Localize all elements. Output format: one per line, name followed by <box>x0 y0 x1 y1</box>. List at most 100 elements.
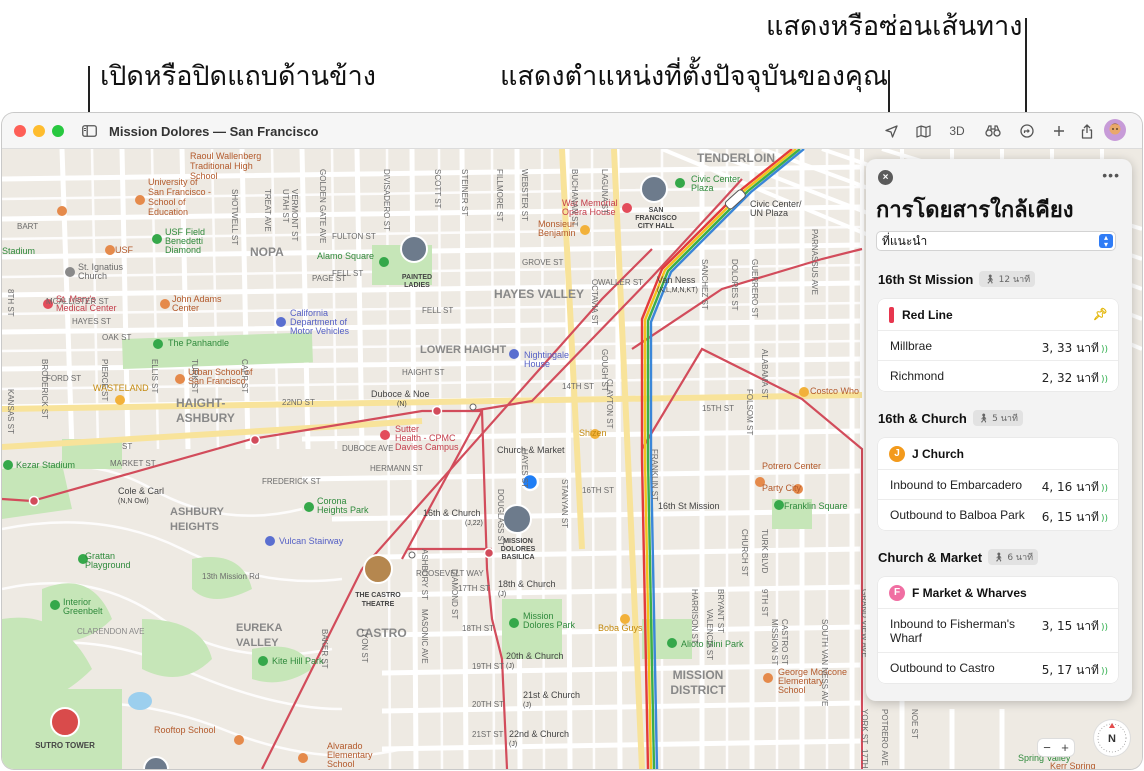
map-label: MASONIC AVE <box>420 609 429 664</box>
map-label: 9TH ST <box>760 589 769 617</box>
directions-button[interactable] <box>1018 121 1036 141</box>
map-label: 16th St Mission <box>658 501 720 511</box>
map-label: Church & Market <box>497 445 565 455</box>
map-label: CLAYTON ST <box>605 379 614 429</box>
walk-time: 12 นาที <box>998 275 1031 285</box>
minimize-window-button[interactable] <box>33 125 45 137</box>
map-label: DOUGLASS ST <box>496 489 505 546</box>
pin-icon[interactable]: 📌︎ <box>1093 307 1108 321</box>
map-label: HAIGHT ST <box>402 368 445 377</box>
line-row[interactable]: F F Market & Wharves <box>878 577 1118 609</box>
account-button[interactable] <box>1104 119 1126 141</box>
reservoir <box>128 692 152 710</box>
close-window-button[interactable] <box>14 125 26 137</box>
zoom-window-button[interactable] <box>52 125 64 137</box>
more-icon[interactable]: ••• <box>1102 167 1120 183</box>
map-label: FULTON ST <box>332 232 376 241</box>
map-label: FRANCISCO <box>635 215 677 222</box>
map-label: HARRISON ST <box>690 589 699 644</box>
map-label: CHURCH ST <box>740 529 749 576</box>
zoom-in-button[interactable]: + <box>1061 740 1069 755</box>
map-label: BASILICA <box>501 554 534 561</box>
map-mode-button[interactable] <box>914 121 932 141</box>
map-label: (N,N Owl) <box>118 498 149 505</box>
departure-row[interactable]: Inbound to Embarcadero 4, 16 นาที)) <box>878 470 1118 500</box>
map-label: HERMANN ST <box>370 464 423 473</box>
departure-row[interactable]: Inbound to Fisherman's Wharf 3, 15 นาที)) <box>878 609 1118 653</box>
map-label: THEATRE <box>362 601 395 608</box>
departure-row[interactable]: Richmond 2, 32 นาที)) <box>878 361 1118 391</box>
compass-icon: N <box>1097 723 1127 753</box>
transit-line-card[interactable]: J J Church Inbound to Embarcadero 4, 16 น… <box>878 438 1118 530</box>
sidebar-toggle-button[interactable] <box>80 121 98 141</box>
departure-destination: Inbound to Fisherman's Wharf <box>890 617 1016 645</box>
map-label: Plaza <box>691 183 714 193</box>
map-label: TREAT AVE <box>263 189 272 232</box>
callout-sidebar: เปิดหรือปิดแถบด้านข้าง <box>100 61 376 92</box>
map-label: DOLORES <box>501 546 536 553</box>
callout-directions: แสดงหรือซ่อนเส้นทาง <box>766 11 1023 42</box>
map-label: 22nd & Church <box>509 729 569 739</box>
realtime-icon: )) <box>1100 667 1108 677</box>
map-label: MISSION ST <box>770 619 779 665</box>
title-bar: Mission Dolores — San Francisco 3D <box>2 113 1142 149</box>
map-label: PARNASSUS AVE <box>810 229 819 295</box>
share-button[interactable] <box>1078 121 1096 141</box>
map-label: SCOTT ST <box>433 169 442 209</box>
map-label: 16th & Church <box>423 508 481 518</box>
map-label: ASHBURY <box>170 506 225 518</box>
departure-row[interactable]: Millbrae 3, 33 นาที)) <box>878 331 1118 361</box>
maps-window: Mission Dolores — San Francisco 3D Raoul… <box>2 113 1142 769</box>
departure-times: 5, 17 นาที)) <box>1041 663 1108 677</box>
map-label: FORD ST <box>46 374 81 383</box>
map-label: Party City <box>762 483 802 493</box>
current-location-button[interactable] <box>882 121 900 141</box>
3d-button[interactable]: 3D <box>948 121 966 141</box>
stop-header: 16th & Church 🚶︎ 5 นาที <box>878 410 1023 426</box>
line-name: Red Line <box>902 307 953 322</box>
map-label: VALENCIA ST <box>705 609 714 660</box>
map-label: SHOTWELL ST <box>230 189 239 245</box>
map-label: Kezar Stadium <box>16 460 75 470</box>
line-row[interactable]: Red Line 📌︎ <box>878 299 1118 331</box>
realtime-icon: )) <box>1100 484 1108 494</box>
realtime-icon: )) <box>1100 345 1108 355</box>
walk-icon: 🚶︎ <box>984 275 996 285</box>
j-church-badge: J <box>889 445 905 462</box>
map-label: NOPA <box>250 245 284 259</box>
transit-line-card[interactable]: Red Line 📌︎ Millbrae 3, 33 นาที)) Richmon… <box>878 299 1118 391</box>
map-label: San Francisco - <box>148 187 211 197</box>
location-arrow-icon <box>884 124 898 138</box>
close-icon[interactable]: × <box>878 170 893 185</box>
transit-line-card[interactable]: F F Market & Wharves Inbound to Fisherma… <box>878 577 1118 683</box>
map-label: School <box>778 685 806 695</box>
map-label: MARKET ST <box>110 459 156 468</box>
map-label: School <box>327 759 355 769</box>
map-label: Raoul Wallenberg <box>190 151 261 161</box>
zoom-out-button[interactable]: − <box>1043 740 1051 755</box>
map-label: University of <box>148 177 198 187</box>
add-button[interactable] <box>1050 121 1068 141</box>
map-label: ASHBURY ST <box>420 549 429 600</box>
compass[interactable]: N <box>1094 720 1130 756</box>
departure-times: 3, 15 นาที)) <box>1041 619 1108 633</box>
map-label: 21ST ST <box>472 730 504 739</box>
map-label: FOLSOM ST <box>745 389 754 435</box>
departure-times: 6, 15 นาที)) <box>1041 510 1108 524</box>
map-label: House <box>524 359 550 369</box>
map-label: Rooftop School <box>154 725 216 735</box>
look-around-button[interactable] <box>984 121 1002 141</box>
line-row[interactable]: J J Church <box>878 438 1118 470</box>
departure-row[interactable]: Outbound to Balboa Park 6, 15 นาที)) <box>878 500 1118 530</box>
panel-title: การโดยสารใกล้เคียง <box>876 198 1074 223</box>
map-label: Duboce & Noe <box>371 389 430 399</box>
map-label: BAKER ST <box>320 629 329 669</box>
map-label: Church <box>78 271 107 281</box>
departure-row[interactable]: Outbound to Castro 5, 17 นาที)) <box>878 653 1118 683</box>
realtime-icon: )) <box>1100 514 1108 524</box>
map-label: Heights Park <box>317 505 369 515</box>
map-label: VALLEY <box>236 637 279 649</box>
filter-select[interactable]: ที่แนะนำ ▴ ▾ <box>876 231 1116 251</box>
map-label: ALABAMA ST <box>760 349 769 399</box>
map-label: DUBOCE AVE <box>342 444 393 453</box>
